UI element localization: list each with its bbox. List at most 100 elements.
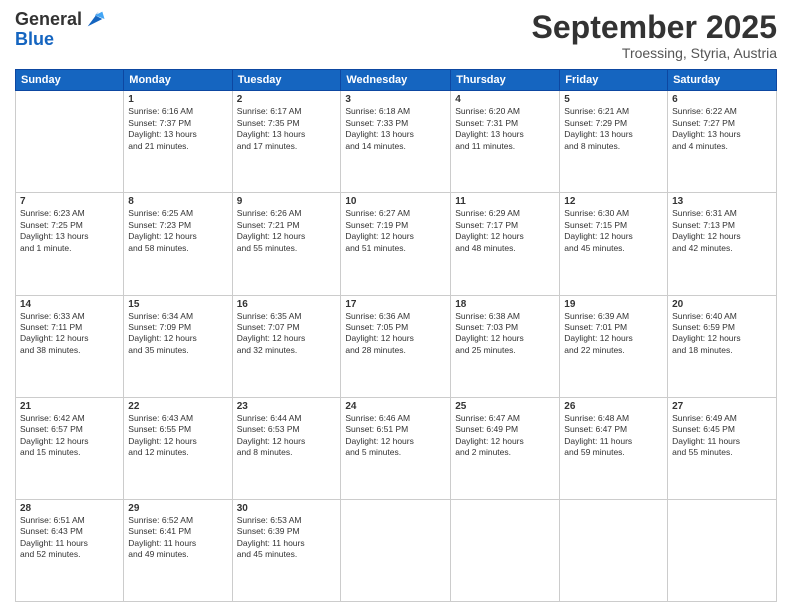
table-row: 3Sunrise: 6:18 AM Sunset: 7:33 PM Daylig…	[341, 91, 451, 193]
day-number: 29	[128, 503, 227, 514]
table-row	[560, 499, 668, 601]
calendar: Sunday Monday Tuesday Wednesday Thursday…	[15, 69, 777, 602]
day-number: 28	[20, 503, 119, 514]
header-saturday: Saturday	[668, 70, 777, 91]
day-number: 20	[672, 299, 772, 310]
calendar-week-3: 21Sunrise: 6:42 AM Sunset: 6:57 PM Dayli…	[16, 397, 777, 499]
day-number: 21	[20, 401, 119, 412]
table-row: 11Sunrise: 6:29 AM Sunset: 7:17 PM Dayli…	[451, 193, 560, 295]
day-info: Sunrise: 6:40 AM Sunset: 6:59 PM Dayligh…	[672, 311, 772, 357]
day-info: Sunrise: 6:33 AM Sunset: 7:11 PM Dayligh…	[20, 311, 119, 357]
table-row	[668, 499, 777, 601]
day-info: Sunrise: 6:51 AM Sunset: 6:43 PM Dayligh…	[20, 515, 119, 561]
day-number: 18	[455, 299, 555, 310]
day-number: 6	[672, 94, 772, 105]
table-row: 22Sunrise: 6:43 AM Sunset: 6:55 PM Dayli…	[124, 397, 232, 499]
logo-text: General Blue	[15, 10, 106, 50]
table-row: 1Sunrise: 6:16 AM Sunset: 7:37 PM Daylig…	[124, 91, 232, 193]
day-number: 23	[237, 401, 337, 412]
table-row: 24Sunrise: 6:46 AM Sunset: 6:51 PM Dayli…	[341, 397, 451, 499]
table-row: 13Sunrise: 6:31 AM Sunset: 7:13 PM Dayli…	[668, 193, 777, 295]
day-info: Sunrise: 6:39 AM Sunset: 7:01 PM Dayligh…	[564, 311, 663, 357]
table-row: 28Sunrise: 6:51 AM Sunset: 6:43 PM Dayli…	[16, 499, 124, 601]
table-row: 5Sunrise: 6:21 AM Sunset: 7:29 PM Daylig…	[560, 91, 668, 193]
table-row: 15Sunrise: 6:34 AM Sunset: 7:09 PM Dayli…	[124, 295, 232, 397]
day-number: 9	[237, 196, 337, 207]
table-row: 10Sunrise: 6:27 AM Sunset: 7:19 PM Dayli…	[341, 193, 451, 295]
day-info: Sunrise: 6:36 AM Sunset: 7:05 PM Dayligh…	[345, 311, 446, 357]
calendar-week-4: 28Sunrise: 6:51 AM Sunset: 6:43 PM Dayli…	[16, 499, 777, 601]
table-row: 25Sunrise: 6:47 AM Sunset: 6:49 PM Dayli…	[451, 397, 560, 499]
table-row: 30Sunrise: 6:53 AM Sunset: 6:39 PM Dayli…	[232, 499, 341, 601]
day-number: 27	[672, 401, 772, 412]
day-info: Sunrise: 6:46 AM Sunset: 6:51 PM Dayligh…	[345, 413, 446, 459]
day-number: 16	[237, 299, 337, 310]
table-row: 21Sunrise: 6:42 AM Sunset: 6:57 PM Dayli…	[16, 397, 124, 499]
table-row: 16Sunrise: 6:35 AM Sunset: 7:07 PM Dayli…	[232, 295, 341, 397]
day-number: 4	[455, 94, 555, 105]
logo-general: General	[15, 10, 82, 30]
day-info: Sunrise: 6:27 AM Sunset: 7:19 PM Dayligh…	[345, 208, 446, 254]
table-row: 29Sunrise: 6:52 AM Sunset: 6:41 PM Dayli…	[124, 499, 232, 601]
day-info: Sunrise: 6:48 AM Sunset: 6:47 PM Dayligh…	[564, 413, 663, 459]
table-row: 9Sunrise: 6:26 AM Sunset: 7:21 PM Daylig…	[232, 193, 341, 295]
table-row: 4Sunrise: 6:20 AM Sunset: 7:31 PM Daylig…	[451, 91, 560, 193]
day-info: Sunrise: 6:52 AM Sunset: 6:41 PM Dayligh…	[128, 515, 227, 561]
day-info: Sunrise: 6:25 AM Sunset: 7:23 PM Dayligh…	[128, 208, 227, 254]
day-number: 22	[128, 401, 227, 412]
table-row	[451, 499, 560, 601]
day-info: Sunrise: 6:35 AM Sunset: 7:07 PM Dayligh…	[237, 311, 337, 357]
page: General Blue September 2025 Troessing, S…	[0, 0, 792, 612]
day-number: 3	[345, 94, 446, 105]
day-number: 24	[345, 401, 446, 412]
calendar-header-row: Sunday Monday Tuesday Wednesday Thursday…	[16, 70, 777, 91]
day-info: Sunrise: 6:29 AM Sunset: 7:17 PM Dayligh…	[455, 208, 555, 254]
logo: General Blue	[15, 10, 106, 50]
day-info: Sunrise: 6:18 AM Sunset: 7:33 PM Dayligh…	[345, 106, 446, 152]
day-info: Sunrise: 6:17 AM Sunset: 7:35 PM Dayligh…	[237, 106, 337, 152]
day-number: 30	[237, 503, 337, 514]
day-number: 15	[128, 299, 227, 310]
header-friday: Friday	[560, 70, 668, 91]
table-row	[16, 91, 124, 193]
day-info: Sunrise: 6:22 AM Sunset: 7:27 PM Dayligh…	[672, 106, 772, 152]
location-subtitle: Troessing, Styria, Austria	[532, 45, 777, 61]
logo-icon	[84, 8, 106, 30]
header-thursday: Thursday	[451, 70, 560, 91]
day-info: Sunrise: 6:43 AM Sunset: 6:55 PM Dayligh…	[128, 413, 227, 459]
table-row: 2Sunrise: 6:17 AM Sunset: 7:35 PM Daylig…	[232, 91, 341, 193]
day-number: 8	[128, 196, 227, 207]
table-row: 8Sunrise: 6:25 AM Sunset: 7:23 PM Daylig…	[124, 193, 232, 295]
table-row: 23Sunrise: 6:44 AM Sunset: 6:53 PM Dayli…	[232, 397, 341, 499]
day-info: Sunrise: 6:53 AM Sunset: 6:39 PM Dayligh…	[237, 515, 337, 561]
calendar-week-2: 14Sunrise: 6:33 AM Sunset: 7:11 PM Dayli…	[16, 295, 777, 397]
day-number: 19	[564, 299, 663, 310]
table-row: 14Sunrise: 6:33 AM Sunset: 7:11 PM Dayli…	[16, 295, 124, 397]
table-row	[341, 499, 451, 601]
day-info: Sunrise: 6:16 AM Sunset: 7:37 PM Dayligh…	[128, 106, 227, 152]
table-row: 26Sunrise: 6:48 AM Sunset: 6:47 PM Dayli…	[560, 397, 668, 499]
header: General Blue September 2025 Troessing, S…	[15, 10, 777, 61]
day-number: 10	[345, 196, 446, 207]
day-number: 11	[455, 196, 555, 207]
table-row: 7Sunrise: 6:23 AM Sunset: 7:25 PM Daylig…	[16, 193, 124, 295]
header-monday: Monday	[124, 70, 232, 91]
table-row: 17Sunrise: 6:36 AM Sunset: 7:05 PM Dayli…	[341, 295, 451, 397]
day-info: Sunrise: 6:23 AM Sunset: 7:25 PM Dayligh…	[20, 208, 119, 254]
day-info: Sunrise: 6:34 AM Sunset: 7:09 PM Dayligh…	[128, 311, 227, 357]
day-number: 17	[345, 299, 446, 310]
day-info: Sunrise: 6:44 AM Sunset: 6:53 PM Dayligh…	[237, 413, 337, 459]
day-number: 12	[564, 196, 663, 207]
day-number: 7	[20, 196, 119, 207]
month-title: September 2025	[532, 10, 777, 45]
calendar-week-1: 7Sunrise: 6:23 AM Sunset: 7:25 PM Daylig…	[16, 193, 777, 295]
table-row: 27Sunrise: 6:49 AM Sunset: 6:45 PM Dayli…	[668, 397, 777, 499]
day-info: Sunrise: 6:20 AM Sunset: 7:31 PM Dayligh…	[455, 106, 555, 152]
day-info: Sunrise: 6:31 AM Sunset: 7:13 PM Dayligh…	[672, 208, 772, 254]
day-info: Sunrise: 6:21 AM Sunset: 7:29 PM Dayligh…	[564, 106, 663, 152]
day-number: 14	[20, 299, 119, 310]
table-row: 6Sunrise: 6:22 AM Sunset: 7:27 PM Daylig…	[668, 91, 777, 193]
day-number: 25	[455, 401, 555, 412]
title-block: September 2025 Troessing, Styria, Austri…	[532, 10, 777, 61]
header-sunday: Sunday	[16, 70, 124, 91]
